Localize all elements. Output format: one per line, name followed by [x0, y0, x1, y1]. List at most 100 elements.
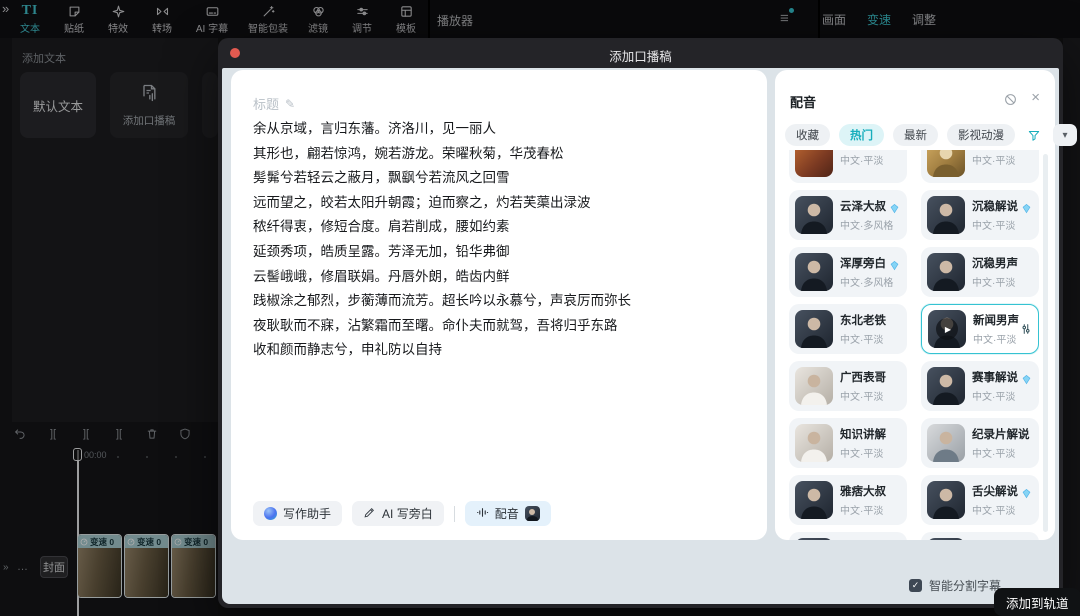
script-line: 夜耿耿而不寐，沾繁霜而至曙。命仆夫而就驾，吾将归乎东路	[253, 314, 749, 339]
voice-avatar	[927, 253, 965, 291]
voice-avatar	[927, 150, 965, 177]
voice-card-沉稳解说[interactable]: 沉稳解说中文·平淡	[921, 190, 1039, 240]
voice-style: 中文·平淡	[840, 502, 886, 517]
disable-voice-icon[interactable]	[1004, 93, 1017, 111]
voice-info: 中文·平淡	[840, 150, 883, 167]
waveform-icon	[476, 506, 489, 522]
voice-row: 雅痞大叔中文·平淡 舌尖解说中文·平淡	[789, 475, 1039, 525]
voice-name-row: 纪录片解说	[972, 426, 1030, 442]
voice-name-row: 东北老铁	[840, 312, 886, 328]
modal-header: 添加口播稿	[218, 38, 1063, 68]
voice-info: 沉稳解说中文·平淡	[972, 198, 1032, 232]
voice-card-知识讲解[interactable]: 知识讲解中文·平淡	[789, 418, 907, 468]
voice-card-浑厚旁白[interactable]: 浑厚旁白中文·多风格	[789, 247, 907, 297]
voice-avatar: ▶	[928, 310, 966, 348]
smart-split-checkbox[interactable]: ✓ 智能分割字幕	[909, 577, 1001, 594]
voice-card[interactable]: 中文·平淡	[921, 150, 1039, 183]
voice-avatar	[795, 253, 833, 291]
voice-style: 中文·平淡	[840, 388, 886, 403]
voice-style: 中文·平淡	[972, 274, 1018, 289]
editor-title-row[interactable]: 标题 ✎	[253, 94, 295, 113]
voice-settings-icon[interactable]	[1019, 322, 1033, 341]
voice-style: 中文·平淡	[840, 152, 883, 167]
voice-avatar	[927, 424, 965, 462]
voice-tab-收藏[interactable]: 收藏	[785, 124, 830, 146]
close-icon[interactable]: ×	[1031, 89, 1040, 106]
ai-narration-button[interactable]: AI 写旁白	[352, 501, 444, 526]
voice-info: 浑厚旁白中文·多风格	[840, 255, 900, 289]
dubbing-label: 配音	[495, 505, 519, 522]
voice-card[interactable]	[789, 532, 907, 540]
voice-card-纪录片解说[interactable]: 纪录片解说中文·平淡	[921, 418, 1039, 468]
voice-filter-icon[interactable]	[1024, 124, 1044, 146]
voice-info: 东北老铁中文·平淡	[840, 312, 886, 346]
script-line: 髣髴兮若轻云之蔽月，飘飖兮若流风之回雪	[253, 166, 749, 191]
play-icon[interactable]: ▶	[936, 318, 958, 340]
voice-card-东北老铁[interactable]: 东北老铁中文·平淡	[789, 304, 907, 354]
voice-style: 中文·平淡	[840, 445, 886, 460]
voice-row: 广西表哥中文·平淡赛事解说中文·平淡	[789, 361, 1039, 411]
voice-name-row: 赛事解说	[972, 369, 1032, 385]
voice-tab-影视动漫[interactable]: 影视动漫	[947, 124, 1015, 146]
modal-title: 添加口播稿	[218, 46, 1063, 65]
voice-avatar	[795, 196, 833, 234]
add-script-modal: 添加口播稿 标题 ✎ 余从京域，言归东藩。济洛川，见一丽人其形也，翩若惊鸿，婉若…	[218, 38, 1063, 608]
voice-avatar	[795, 481, 833, 519]
modal-content: 标题 ✎ 余从京域，言归东藩。济洛川，见一丽人其形也，翩若惊鸿，婉若游龙。荣曜秋…	[222, 68, 1059, 604]
voice-style: 中文·平淡	[973, 331, 1019, 346]
voice-name-row: 知识讲解	[840, 426, 886, 442]
voice-name: 沉稳解说	[972, 198, 1018, 214]
pen-icon	[363, 506, 376, 522]
voice-row: 东北老铁中文·平淡 ▶ 新闻男声中文·平淡	[789, 304, 1039, 354]
voice-avatar	[927, 196, 965, 234]
voice-panel-title: 配音	[790, 92, 816, 111]
selected-voice-avatar	[525, 506, 540, 521]
app-screen: TI文本贴纸特效转场AI 字幕智能包装滤镜调节模板 » 播放器 ≡ 画面变速调整…	[0, 0, 1080, 616]
voice-card-雅痞大叔[interactable]: 雅痞大叔中文·平淡	[789, 475, 907, 525]
voice-card-广西表哥[interactable]: 广西表哥中文·平淡	[789, 361, 907, 411]
smart-split-label: 智能分割字幕	[929, 577, 1001, 594]
scrollbar[interactable]	[1043, 154, 1048, 532]
voice-panel: 配音 × 收藏热门最新影视动漫▾ 中文·平淡中文·平淡云泽大叔中文·多风格沉稳解…	[775, 70, 1055, 540]
voice-tab-最新[interactable]: 最新	[893, 124, 938, 146]
voice-card[interactable]: 中文·平淡	[789, 150, 907, 183]
editor-buttons: 写作助手 AI 写旁白 配音	[253, 501, 551, 526]
vip-gem-icon	[889, 201, 900, 212]
voice-name-row: 沉稳男声	[972, 255, 1018, 271]
writing-assistant-button[interactable]: 写作助手	[253, 501, 342, 526]
voice-name-row: 广西表哥	[840, 369, 886, 385]
voice-name: 知识讲解	[840, 426, 886, 442]
script-line: 远而望之，皎若太阳升朝霞；迫而察之，灼若芙蕖出渌波	[253, 191, 749, 216]
voice-style: 中文·多风格	[840, 274, 900, 289]
modal-footer: ✓ 智能分割字幕 添加到轨道	[222, 540, 1059, 604]
voice-info: 雅痞大叔中文·平淡	[840, 483, 886, 517]
voice-name-row: 雅痞大叔	[840, 483, 886, 499]
voice-name-row: 新闻男声	[973, 312, 1019, 328]
voice-card[interactable]	[921, 532, 1039, 540]
voice-tab-热门[interactable]: 热门	[839, 124, 884, 146]
assistant-orb-icon	[264, 507, 277, 520]
voice-card-赛事解说[interactable]: 赛事解说中文·平淡	[921, 361, 1039, 411]
voice-list: 中文·平淡中文·平淡云泽大叔中文·多风格沉稳解说中文·平淡浑厚旁白中文·多风格沉…	[775, 150, 1039, 540]
edit-pencil-icon[interactable]: ✎	[285, 97, 295, 111]
title-placeholder[interactable]: 标题	[253, 94, 279, 113]
voice-style: 中文·平淡	[972, 388, 1032, 403]
dubbing-button[interactable]: 配音	[465, 501, 551, 526]
script-text-area[interactable]: 余从京域，言归东藩。济洛川，见一丽人其形也，翩若惊鸿，婉若游龙。荣曜秋菊，华茂春…	[253, 117, 749, 363]
voice-card-沉稳男声[interactable]: 沉稳男声中文·平淡	[921, 247, 1039, 297]
voice-style: 中文·平淡	[840, 331, 886, 346]
writing-assistant-label: 写作助手	[283, 505, 331, 522]
voice-name: 雅痞大叔	[840, 483, 886, 499]
voice-card-云泽大叔[interactable]: 云泽大叔中文·多风格	[789, 190, 907, 240]
voice-info: 舌尖解说中文·平淡	[972, 483, 1032, 517]
script-line: 收和颜而静志兮，申礼防以自持	[253, 338, 749, 363]
script-line: 余从京域，言归东藩。济洛川，见一丽人	[253, 117, 749, 142]
voice-name: 沉稳男声	[972, 255, 1018, 271]
voice-card-新闻男声[interactable]: ▶ 新闻男声中文·平淡	[921, 304, 1039, 354]
voice-style: 中文·多风格	[840, 217, 900, 232]
add-to-track-button[interactable]: 添加到轨道	[994, 588, 1080, 616]
voice-card-舌尖解说[interactable]: 舌尖解说中文·平淡	[921, 475, 1039, 525]
voice-name-row: 浑厚旁白	[840, 255, 900, 271]
voice-name: 纪录片解说	[972, 426, 1030, 442]
voice-sort-caret[interactable]: ▾	[1053, 124, 1077, 146]
